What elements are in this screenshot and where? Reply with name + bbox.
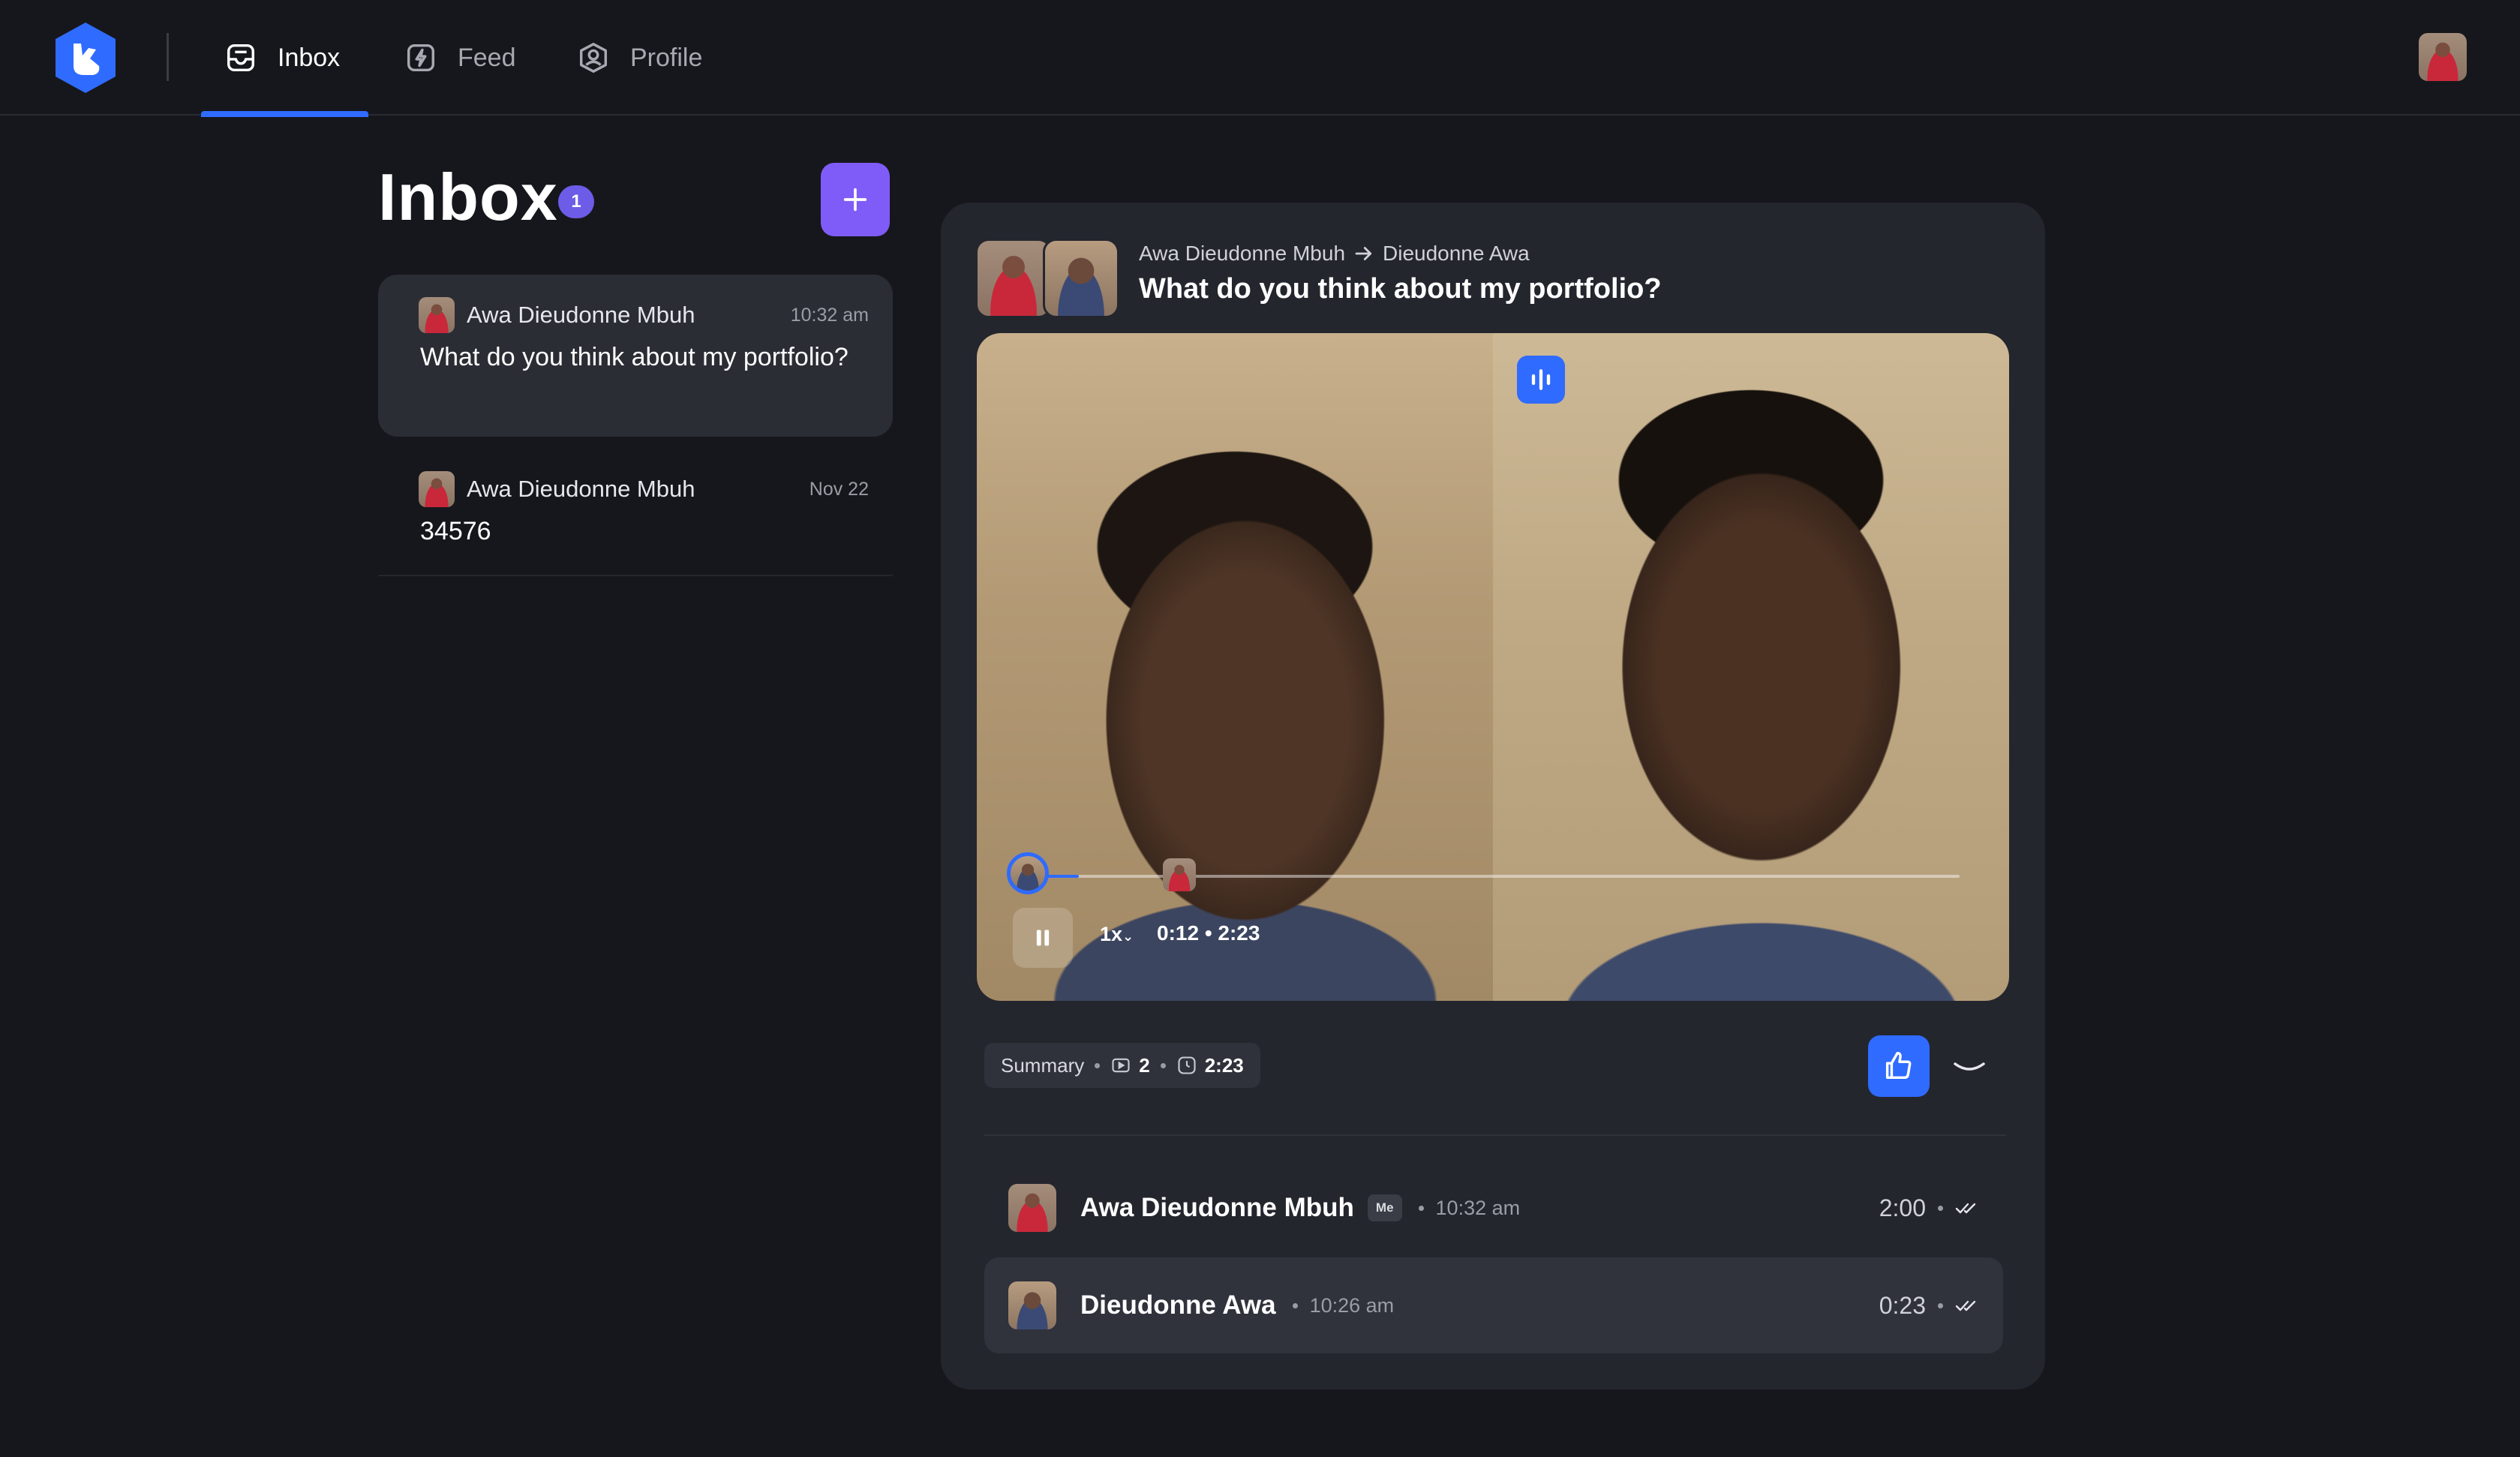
plus-icon — [843, 188, 867, 212]
video-player[interactable]: 1x⌄ 0:12 • 2:23 — [977, 333, 2009, 1001]
card-divider — [984, 1134, 2006, 1136]
message-time: 10:26 am — [1309, 1293, 1395, 1317]
to-name: Dieudonne Awa — [1383, 242, 1530, 265]
speaking-indicator — [1517, 356, 1565, 404]
tab-feed[interactable]: Feed — [404, 0, 516, 116]
message-duration: 2:00 — [1879, 1194, 1926, 1221]
separator-dot — [1095, 1062, 1101, 1068]
new-message-button[interactable] — [821, 163, 890, 236]
tab-inbox[interactable]: Inbox — [201, 0, 369, 117]
sender-avatar — [419, 297, 455, 333]
video-feed-left — [977, 333, 1493, 1001]
tab-inbox-label: Inbox — [278, 43, 341, 72]
recipient-avatar — [1043, 239, 1119, 318]
collapse-chevron-icon[interactable] — [1951, 1049, 1988, 1083]
from-name: Awa Dieudonne Mbuh — [1139, 242, 1346, 265]
feed-icon — [407, 44, 435, 72]
active-tab-indicator — [201, 111, 369, 117]
double-check-icon — [1955, 1300, 1976, 1311]
tab-feed-label: Feed — [458, 43, 516, 72]
sender-avatar — [975, 239, 1052, 318]
nav-divider — [167, 33, 169, 81]
conversation-subject: What do you think about my portfolio? — [1139, 273, 1662, 305]
audio-wave-icon — [1531, 369, 1551, 390]
clock-icon — [1178, 1056, 1196, 1074]
profile-icon — [579, 43, 608, 73]
message-avatar — [1008, 1184, 1056, 1232]
separator-dot — [1938, 1302, 1943, 1308]
thread-sender: Awa Dieudonne Mbuh — [467, 302, 695, 328]
pause-icon — [1036, 930, 1050, 946]
video-count: 2 — [1139, 1053, 1150, 1077]
tab-profile-label: Profile — [630, 43, 703, 72]
total-duration: 2:23 — [1204, 1053, 1244, 1077]
tab-profile[interactable]: Profile — [576, 0, 702, 116]
separator-dot — [1938, 1205, 1943, 1211]
separator-dot — [1418, 1205, 1424, 1211]
message-avatar — [1008, 1281, 1056, 1329]
thread-preview: What do you think about my portfolio? — [420, 343, 849, 371]
playback-time: 0:12 • 2:23 — [1157, 921, 1260, 945]
playback-speed-value: 1x — [1100, 923, 1123, 945]
top-bar: Inbox Feed Profile — [0, 0, 2520, 117]
chevron-down-icon: ⌄ — [1122, 929, 1134, 944]
pause-button[interactable] — [1013, 908, 1073, 968]
sender-avatar — [419, 471, 455, 507]
user-avatar[interactable] — [2419, 33, 2467, 81]
video-feed-right — [1493, 333, 2009, 1001]
playback-speed-select[interactable]: 1x⌄ — [1100, 923, 1134, 946]
unread-count-badge: 1 — [558, 185, 594, 218]
thumbs-up-icon — [1885, 1052, 1912, 1080]
separator-dot — [1292, 1302, 1298, 1308]
video-count-icon — [1112, 1058, 1130, 1073]
conversation-card: Awa Dieudonne Mbuh Dieudonne Awa What do… — [941, 203, 2045, 1389]
playhead-avatar-marker[interactable] — [1007, 852, 1049, 894]
summary-chip[interactable]: Summary 2 2:23 — [984, 1043, 1260, 1088]
summary-label: Summary — [1001, 1053, 1085, 1077]
arrow-right-icon — [1355, 247, 1372, 260]
inbox-icon — [227, 44, 255, 72]
message-row[interactable]: Awa Dieudonne Mbuh Me 10:32 am 2:00 — [984, 1160, 2003, 1256]
react-button[interactable] — [1868, 1035, 1930, 1097]
thread-divider — [378, 575, 893, 576]
thread-item[interactable]: Awa Dieudonne Mbuh Nov 22 34576 — [378, 450, 893, 570]
thread-time: 10:32 am — [790, 304, 869, 326]
thread-sender: Awa Dieudonne Mbuh — [467, 476, 695, 502]
page-title: Inbox — [378, 160, 558, 234]
message-sender: Dieudonne Awa — [1080, 1290, 1276, 1320]
thread-preview: 34576 — [420, 517, 491, 545]
double-check-icon — [1955, 1203, 1976, 1214]
message-time: 10:32 am — [1435, 1196, 1521, 1219]
app-logo-icon[interactable] — [51, 21, 120, 95]
me-badge: Me — [1367, 1194, 1402, 1221]
thread-time: Nov 22 — [809, 478, 869, 500]
reply-avatar-marker[interactable] — [1163, 858, 1196, 891]
thread-item[interactable]: Awa Dieudonne Mbuh 10:32 am What do you … — [378, 275, 893, 437]
separator-dot — [1160, 1062, 1166, 1068]
conversation-route: Awa Dieudonne Mbuh Dieudonne Awa — [1139, 242, 1530, 266]
message-duration: 0:23 — [1879, 1291, 1926, 1319]
message-sender: Awa Dieudonne Mbuh — [1080, 1193, 1354, 1222]
message-row[interactable]: Dieudonne Awa 10:26 am 0:23 — [984, 1257, 2003, 1353]
